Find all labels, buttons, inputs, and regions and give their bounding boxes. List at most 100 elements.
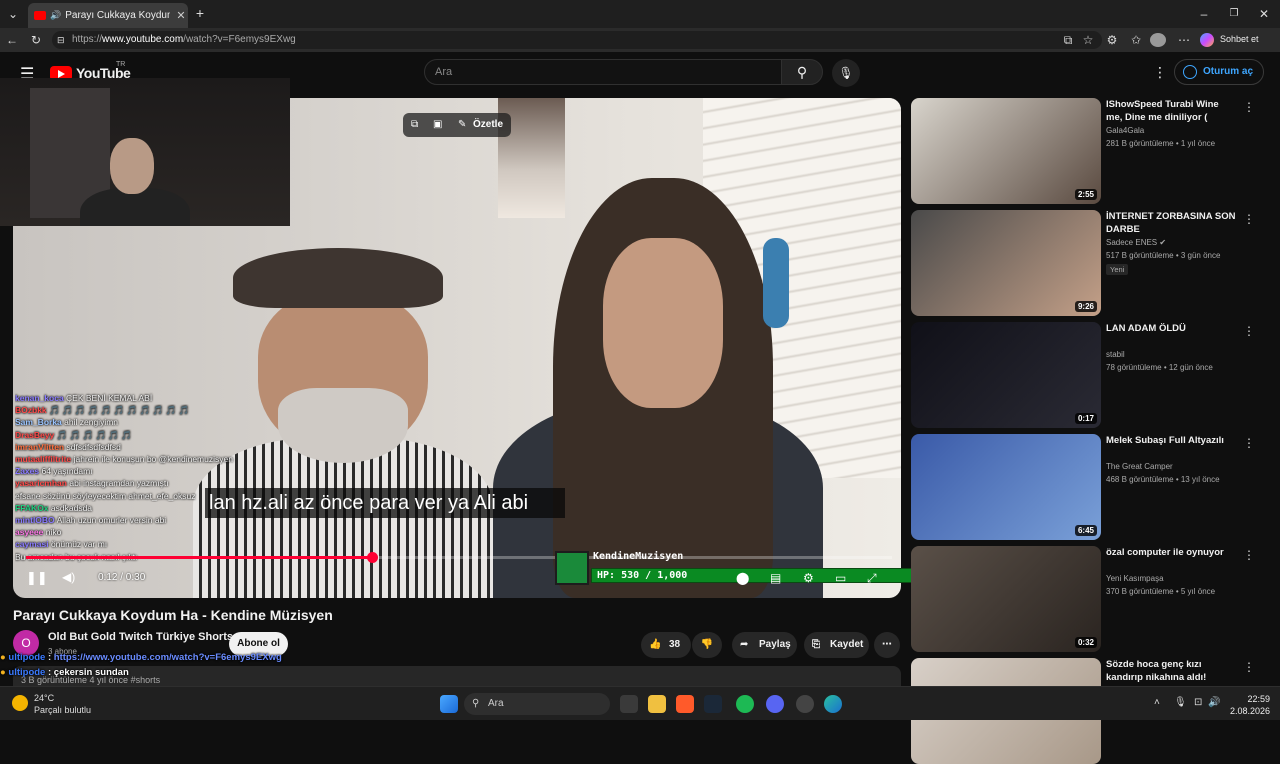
recommended-title[interactable]: özal computer ile oynuyor bbox=[1106, 546, 1236, 559]
discord-icon[interactable] bbox=[766, 695, 784, 713]
reload-icon[interactable]: ↻ bbox=[28, 32, 44, 48]
recommended-more-icon[interactable]: ⋮ bbox=[1243, 660, 1255, 674]
tab-list-chevron-icon[interactable]: ⌄ bbox=[5, 6, 21, 22]
window-close-icon[interactable]: ✕ bbox=[1256, 6, 1272, 22]
address-bar[interactable]: ⊟ https://www.youtube.com/watch?v=F6emys… bbox=[52, 31, 1102, 49]
steam-icon[interactable] bbox=[704, 695, 722, 713]
recommended-video[interactable]: 9:26 İNTERNET ZORBASINA SON DARBE Sadece E… bbox=[911, 210, 1266, 316]
cast-icon[interactable]: ▣ bbox=[433, 119, 442, 130]
settings-more-icon[interactable]: ⋮ bbox=[1153, 64, 1167, 81]
weather-temp: 24°C bbox=[34, 693, 55, 703]
share-icon: ➦ bbox=[740, 639, 749, 650]
miniplayer-icon[interactable]: ⧉ bbox=[411, 119, 418, 130]
chat-username: ultipode bbox=[8, 667, 46, 678]
system-clock[interactable]: 22:59 2.08.2026 bbox=[1222, 693, 1270, 717]
taskbar-search[interactable]: ⚲ Ara bbox=[464, 693, 610, 715]
recommended-more-icon[interactable]: ⋮ bbox=[1243, 212, 1255, 226]
file-explorer-icon[interactable] bbox=[648, 695, 666, 713]
recommended-more-icon[interactable]: ⋮ bbox=[1243, 100, 1255, 114]
recommended-channel[interactable]: Yeni Kasımpaşa bbox=[1106, 574, 1164, 583]
recommended-more-icon[interactable]: ⋮ bbox=[1243, 324, 1255, 338]
captions-icon[interactable]: ▤ bbox=[770, 571, 781, 585]
voice-search-mic-icon[interactable]: 🎙 bbox=[832, 59, 860, 87]
speaker-icon[interactable]: 🔊 bbox=[50, 10, 61, 21]
recommended-video[interactable]: 2:55 IShowSpeed Turabi Wine me, Dine me d… bbox=[911, 98, 1266, 204]
video-thumbnail[interactable]: 0:32 bbox=[911, 546, 1101, 652]
hp-overlay: KendineMuzisyen HP: 530 / 1,000 bbox=[555, 551, 931, 585]
chat-username: caymasi bbox=[15, 539, 49, 550]
recommended-channel[interactable]: Gala4Gala bbox=[1106, 126, 1144, 135]
new-tab-button[interactable]: + bbox=[192, 5, 208, 21]
app-install-icon[interactable]: ⧉ bbox=[1060, 32, 1076, 48]
collections-icon[interactable]: ✩ bbox=[1128, 32, 1144, 48]
overlay-chat-line: ● ultipode : çekersin sundan bbox=[0, 667, 129, 678]
hp-text: HP: 530 / 1,000 bbox=[597, 570, 688, 581]
recommended-video[interactable]: 6:45 Melek Subaşı Full Altyazılı The Great… bbox=[911, 434, 1266, 540]
back-icon[interactable]: ← bbox=[4, 32, 20, 48]
video-duration: 6:45 bbox=[1074, 525, 1097, 536]
sign-in-button[interactable]: Oturum aç bbox=[1174, 59, 1264, 85]
browser-tab-active[interactable]: 🔊 Parayı Cukkaya Koydum Ha - ✕ bbox=[28, 3, 188, 28]
like-button[interactable]: 👍 38 bbox=[641, 632, 691, 658]
profile-avatar[interactable] bbox=[1150, 33, 1166, 47]
search-button[interactable]: ⚲ bbox=[781, 59, 823, 85]
site-info-icon[interactable]: ⊟ bbox=[57, 31, 65, 49]
recommended-meta: 370 B görüntüleme • 5 yıl önce bbox=[1106, 587, 1216, 596]
clock-date: 2.08.2026 bbox=[1229, 706, 1270, 716]
recommended-title[interactable]: Sözde hoca genç kızı kandırıp nikahına a… bbox=[1106, 658, 1236, 684]
recommended-channel[interactable]: Sadece ENES ✔ bbox=[1106, 238, 1166, 247]
spotify-icon[interactable] bbox=[736, 695, 754, 713]
save-button[interactable]: ⎘ Kaydet bbox=[804, 632, 869, 658]
restore-icon[interactable]: ❐ bbox=[1226, 6, 1242, 22]
recommended-title[interactable]: IShowSpeed Turabi Wine me, Dine me dinil… bbox=[1106, 98, 1236, 124]
more-menu-icon[interactable]: ⋯ bbox=[1176, 32, 1192, 48]
settings-gear-icon[interactable]: ⚙ bbox=[803, 571, 814, 585]
more-actions-icon[interactable]: ⋯ bbox=[874, 632, 900, 658]
chat-username: mutaaliffiltrite bbox=[15, 454, 72, 465]
chatgpt-icon[interactable] bbox=[796, 695, 814, 713]
recommended-title[interactable]: Melek Subaşı Full Altyazılı bbox=[1106, 434, 1236, 447]
video-duration: 2:55 bbox=[1074, 189, 1097, 200]
autoplay-toggle-icon[interactable]: ⬤ bbox=[736, 571, 749, 585]
recommended-more-icon[interactable]: ⋮ bbox=[1243, 548, 1255, 562]
search-input[interactable]: Ara bbox=[424, 59, 782, 85]
video-thumbnail[interactable]: 9:26 bbox=[911, 210, 1101, 316]
volume-icon[interactable]: ◀) bbox=[62, 570, 75, 584]
extensions-icon[interactable]: ⚙ bbox=[1104, 32, 1120, 48]
chat-username: mintlOBO bbox=[15, 515, 55, 526]
share-button[interactable]: ➦ Paylaş bbox=[732, 632, 797, 658]
favorite-star-icon[interactable]: ☆ bbox=[1080, 32, 1096, 48]
weather-widget[interactable]: 24°C Parçalı bulutlu bbox=[12, 692, 91, 716]
brave-browser-icon[interactable] bbox=[676, 695, 694, 713]
recommended-channel[interactable]: stabil bbox=[1106, 350, 1125, 359]
summarize-icon[interactable]: ✎ bbox=[458, 119, 466, 130]
pause-icon[interactable]: ❚❚ bbox=[26, 570, 48, 586]
copilot-chat-button[interactable]: Sohbet et bbox=[1220, 34, 1259, 44]
minimize-icon[interactable]: – bbox=[1196, 6, 1212, 22]
video-thumbnail[interactable]: 0:17 bbox=[911, 322, 1101, 428]
theater-mode-icon[interactable]: ▭ bbox=[835, 571, 846, 585]
tab-close-icon[interactable]: ✕ bbox=[174, 9, 188, 22]
network-icon[interactable]: ⊡ bbox=[1194, 697, 1202, 708]
channel-name[interactable]: Old But Gold Twitch Türkiye Shorts bbox=[48, 631, 233, 643]
recommended-channel[interactable]: The Great Camper bbox=[1106, 462, 1173, 471]
progress-bar[interactable] bbox=[26, 552, 892, 563]
progress-fill bbox=[26, 556, 373, 559]
video-thumbnail[interactable]: 6:45 bbox=[911, 434, 1101, 540]
recommended-title[interactable]: İNTERNET ZORBASINA SON DARBE bbox=[1106, 210, 1236, 236]
microphone-tray-icon[interactable]: 🎙 bbox=[1174, 697, 1187, 708]
fullscreen-icon[interactable]: ⤢ bbox=[867, 571, 877, 586]
task-view-icon[interactable] bbox=[620, 695, 638, 713]
recommended-video[interactable]: 0:17 LAN ADAM ÖLDÜ stabil 78 görüntüleme • … bbox=[911, 322, 1266, 428]
recommended-more-icon[interactable]: ⋮ bbox=[1243, 436, 1255, 450]
recommended-title[interactable]: LAN ADAM ÖLDÜ bbox=[1106, 322, 1236, 335]
summarize-button[interactable]: Özetle bbox=[473, 119, 503, 130]
speaker-tray-icon[interactable]: 🔊 bbox=[1208, 697, 1220, 708]
edge-browser-icon[interactable] bbox=[824, 695, 842, 713]
video-thumbnail[interactable]: 2:55 bbox=[911, 98, 1101, 204]
tray-overflow-icon[interactable]: ˄ bbox=[1154, 697, 1160, 708]
copilot-icon[interactable] bbox=[1200, 33, 1214, 47]
windows-start-icon[interactable] bbox=[440, 695, 458, 713]
dislike-button[interactable]: 👎 bbox=[692, 632, 722, 658]
recommended-video[interactable]: 0:32 özal computer ile oynuyor Yeni Kasımp… bbox=[911, 546, 1266, 652]
